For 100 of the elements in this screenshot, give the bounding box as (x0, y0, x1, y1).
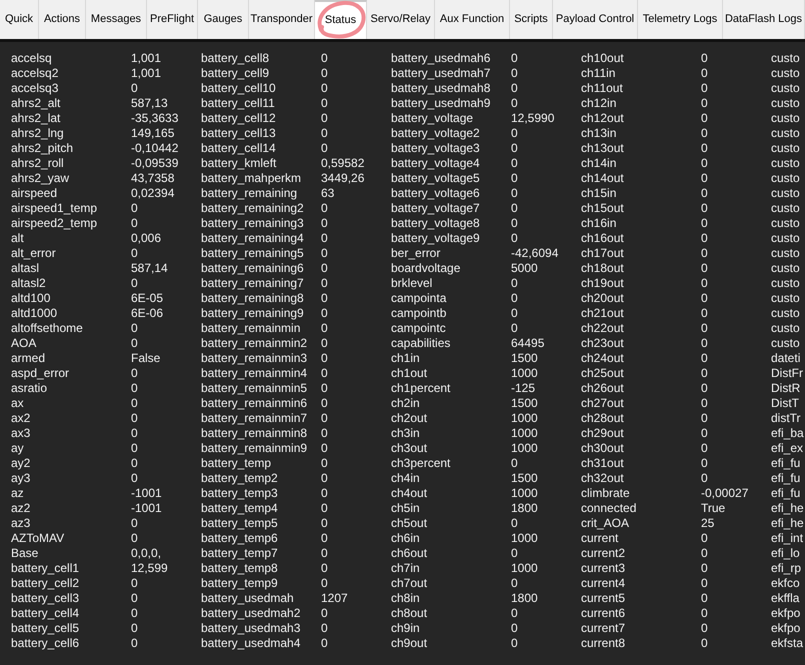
param-name: ch27out (581, 396, 625, 411)
param-value: 6E-06 (131, 306, 164, 321)
param-name: battery_cell3 (11, 591, 80, 606)
param-name: battery_cell4 (11, 606, 80, 621)
param-name: battery_temp2 (201, 471, 279, 486)
param-value: 0 (701, 336, 709, 351)
param-name: asratio (11, 381, 48, 396)
param-name: battery_usedmah (201, 591, 295, 606)
param-value: 0 (131, 246, 139, 261)
param-name: ch15in (581, 186, 618, 201)
param-name: ch4in (391, 471, 421, 486)
param-value: 0 (321, 276, 329, 291)
param-name: ch13out (581, 141, 625, 156)
param-name: altd100 (11, 291, 52, 306)
param-name: battery_cell11 (201, 96, 276, 111)
param-name: ch31out (581, 456, 625, 471)
param-name: efi_fu (771, 471, 802, 486)
param-name: ahrs2_yaw (11, 171, 70, 186)
param-name: ch2out (391, 411, 428, 426)
param-name: ch8out (391, 606, 428, 621)
param-value: 12,599 (131, 561, 169, 576)
param-value: 43,7358 (131, 171, 176, 186)
param-name: ch2in (391, 396, 421, 411)
param-name: Base (11, 546, 40, 561)
param-value: 0 (321, 246, 329, 261)
param-value: 0 (701, 636, 709, 651)
param-name: ch29out (581, 426, 625, 441)
param-name: ch20out (581, 291, 625, 306)
param-name: efi_int (771, 531, 804, 546)
param-value: 0 (511, 141, 519, 156)
param-value: 0,59582 (321, 156, 366, 171)
param-value: 0 (701, 51, 709, 66)
param-value: 0 (511, 81, 519, 96)
param-name: ch13in (581, 126, 618, 141)
param-value: 0 (131, 441, 139, 456)
param-value: 1000 (511, 426, 539, 441)
param-name: custo (771, 216, 801, 231)
param-value: 0 (701, 561, 709, 576)
param-name: accelsq (11, 51, 53, 66)
param-name: battery_voltage8 (391, 216, 481, 231)
param-value: 0 (511, 576, 519, 591)
param-value: 0 (131, 81, 139, 96)
tab[interactable]: DataFlash Logs (723, 0, 805, 39)
param-value: 0 (321, 216, 329, 231)
param-value: 0 (511, 321, 519, 336)
param-value: 587,13 (131, 96, 169, 111)
param-name: custo (771, 111, 801, 126)
param-value: 0 (701, 171, 709, 186)
param-name: altasl2 (11, 276, 47, 291)
param-name: distTr (771, 411, 802, 426)
param-name: battery_temp3 (201, 486, 279, 501)
param-name: battery_remaining2 (201, 201, 305, 216)
param-name: ch6out (391, 546, 428, 561)
param-name: battery_usedmah7 (391, 66, 492, 81)
param-name: efi_lo (771, 546, 801, 561)
param-value: 0,0,0, (131, 546, 162, 561)
param-value: 0 (131, 591, 139, 606)
param-name: ch14out (581, 171, 625, 186)
param-name: brklevel (391, 276, 434, 291)
param-name: custo (771, 291, 801, 306)
param-value: 0 (511, 306, 519, 321)
param-name: battery_cell10 (201, 81, 277, 96)
param-name: ay2 (11, 456, 32, 471)
param-name: battery_usedmah2 (201, 606, 302, 621)
param-value: 0 (321, 471, 329, 486)
param-name: ch1out (391, 366, 428, 381)
param-name: battery_remaining3 (201, 216, 305, 231)
param-value: 0 (321, 426, 329, 441)
param-name: az2 (11, 501, 32, 516)
param-name: az (11, 486, 25, 501)
param-name: custo (771, 306, 801, 321)
param-value: 0 (701, 186, 709, 201)
param-name: battery_kmleft (201, 156, 278, 171)
param-value: 1000 (511, 531, 539, 546)
param-value: 0 (511, 231, 519, 246)
param-name: current (581, 531, 620, 546)
param-value: 0 (131, 471, 139, 486)
param-value: 0 (701, 276, 709, 291)
param-value: -42,6094 (511, 246, 560, 261)
param-name: battery_remainmin3 (201, 351, 308, 366)
tab[interactable]: Transponder (249, 0, 315, 39)
param-value: 0 (511, 456, 519, 471)
param-value: -125 (511, 381, 536, 396)
param-name: battery_remaining8 (201, 291, 305, 306)
param-name: ch23out (581, 336, 625, 351)
param-name: AOA (11, 336, 38, 351)
param-value: 0 (131, 456, 139, 471)
param-name: altasl (11, 261, 40, 276)
param-name: ax (11, 396, 25, 411)
param-value: 0 (321, 486, 329, 501)
param-name: efi_ba (771, 426, 805, 441)
param-name: ch3out (391, 441, 428, 456)
param-name: boardvoltage (391, 261, 462, 276)
param-name: battery_remainmin4 (201, 366, 308, 381)
param-value: -0,10442 (131, 141, 180, 156)
param-name: ax3 (11, 426, 32, 441)
param-value: 0 (701, 96, 709, 111)
param-name: altoffsethome (11, 321, 84, 336)
param-value: 0 (701, 351, 709, 366)
param-value: 0 (321, 291, 329, 306)
